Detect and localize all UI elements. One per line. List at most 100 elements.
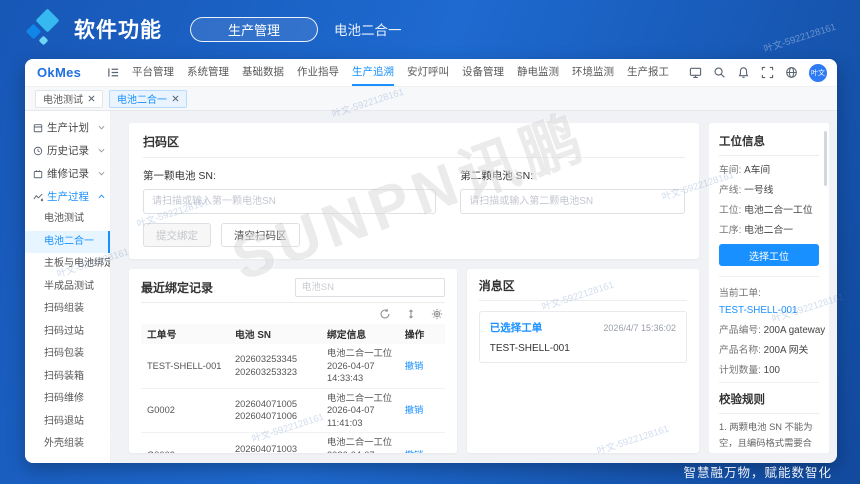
top-navigation: 平台管理 系统管理 基础数据 作业指导 生产追溯 安灯呼叫 设备管理 静电监测 … bbox=[132, 59, 679, 86]
nav-item-system[interactable]: 系统管理 bbox=[187, 59, 229, 86]
cell-binding-info: 电池二合一工位 2026-04-07 14:33:43 bbox=[327, 347, 401, 385]
app-logo: OkMes bbox=[37, 65, 82, 80]
divider bbox=[719, 276, 819, 277]
product-code-field: 产品编号: 200A gateway bbox=[719, 322, 825, 336]
message-label: 已选择工单 bbox=[489, 322, 543, 334]
station-line: 电池二合一工位 bbox=[327, 392, 393, 403]
panel-scrollbar[interactable] bbox=[824, 131, 827, 186]
battery2-sn-label: 第二颗电池 SN: bbox=[460, 170, 534, 182]
tab-battery-test[interactable]: 电池测试 bbox=[35, 89, 103, 108]
sn-line: 202604071006 bbox=[235, 411, 298, 422]
sidebar-item-scan-repair[interactable]: 扫码维修 bbox=[25, 388, 110, 411]
sidebar-item-battery-two-in-one[interactable]: 电池二合一 bbox=[25, 230, 110, 253]
revoke-link[interactable]: 撤销 bbox=[405, 404, 439, 417]
sn-line: 202603253345 bbox=[235, 354, 298, 365]
time-line: 2026-04-07 11:41:03 bbox=[327, 405, 375, 428]
battery2-sn-input[interactable] bbox=[460, 189, 685, 214]
fullscreen-icon[interactable] bbox=[761, 66, 774, 79]
nav-item-andon[interactable]: 安灯呼叫 bbox=[407, 59, 449, 86]
sidebar-item-scan-packaging[interactable]: 扫码包装 bbox=[25, 343, 110, 366]
banner: 软件功能 生产管理 电池二合一 bbox=[0, 0, 860, 58]
revoke-link[interactable]: 撤销 bbox=[405, 449, 439, 453]
refresh-icon[interactable] bbox=[379, 308, 391, 320]
production-plan-icon bbox=[33, 123, 43, 133]
monitor-icon[interactable] bbox=[689, 66, 702, 79]
tab-close-icon[interactable] bbox=[172, 95, 179, 102]
sidebar-item-scan-boxing[interactable]: 扫码装箱 bbox=[25, 366, 110, 389]
scan-area-card: 扫码区 第一颗电池 SN: 第二颗电池 SN: 提交绑定 清空扫码 bbox=[129, 123, 699, 259]
message-area-title: 消息区 bbox=[478, 277, 687, 301]
banner-pill-production-management[interactable]: 生产管理 bbox=[190, 16, 318, 42]
sidebar-item-history[interactable]: 历史记录 bbox=[25, 139, 110, 162]
field-value: 100 bbox=[763, 365, 781, 376]
bell-icon[interactable] bbox=[737, 66, 750, 79]
sidebar-item-production-plan[interactable]: 生产计划 bbox=[25, 116, 110, 139]
desktop-background: 软件功能 生产管理 电池二合一 OkMes 平台管理 系统管理 基础数据 作业指… bbox=[0, 0, 860, 484]
cell-order: G0002 bbox=[147, 405, 175, 416]
nav-item-work-guide[interactable]: 作业指导 bbox=[297, 59, 339, 86]
settings-icon[interactable] bbox=[431, 308, 443, 320]
sidebar-item-semi-product-test[interactable]: 半成品测试 bbox=[25, 276, 110, 299]
sidebar-item-scan-return-station[interactable]: 扫码退站 bbox=[25, 411, 110, 434]
battery1-sn-input[interactable] bbox=[143, 189, 437, 214]
sidebar-item-board-battery-bind[interactable]: 主板与电池绑定 bbox=[25, 253, 110, 276]
table-row: G0002 202604071005 202604071006 电池二合一工位 20… bbox=[141, 389, 445, 434]
table-row: G0002 202604071003202604071004 电池二合一工位20… bbox=[141, 433, 445, 453]
sn-line: 202604071005 bbox=[235, 398, 298, 409]
battery1-sn-label: 第一颗电池 SN: bbox=[143, 170, 216, 182]
tab-strip: 电池测试 电池二合一 bbox=[25, 87, 837, 111]
nav-item-environment[interactable]: 环境监测 bbox=[572, 59, 614, 86]
station-info-title: 工位信息 bbox=[719, 133, 819, 156]
current-order-link[interactable]: TEST-SHELL-001 bbox=[719, 305, 819, 316]
process-icon bbox=[33, 192, 43, 202]
cell-sn: 202604071003202604071004 bbox=[235, 443, 323, 453]
globe-icon[interactable] bbox=[785, 66, 798, 79]
select-station-button[interactable]: 选择工位 bbox=[719, 244, 819, 266]
nav-item-platform[interactable]: 平台管理 bbox=[132, 59, 174, 86]
col-battery-sn: 电池 SN bbox=[235, 330, 271, 341]
tab-battery-two-in-one[interactable]: 电池二合一 bbox=[109, 89, 187, 108]
app-window: OkMes 平台管理 系统管理 基础数据 作业指导 生产追溯 安灯呼叫 设备管理… bbox=[25, 59, 837, 463]
sn-search-input[interactable] bbox=[294, 278, 445, 297]
field-value: A车间 bbox=[744, 165, 771, 176]
nav-item-basic-data[interactable]: 基础数据 bbox=[242, 59, 284, 86]
cell-order: TEST-SHELL-001 bbox=[147, 360, 222, 371]
sidebar-item-shell-assembly[interactable]: 外壳组装 bbox=[25, 433, 110, 456]
sidebar-item-repair-records[interactable]: 维修记录 bbox=[25, 162, 110, 185]
revoke-link[interactable]: 撤销 bbox=[405, 360, 439, 373]
rule-item: 1. 两颗电池 SN 不能为空，且编码格式需要合法（12位纯数字）。 bbox=[719, 422, 813, 448]
current-order-label: 当前工单: bbox=[719, 288, 761, 299]
sidebar-item-production-process[interactable]: 生产过程 bbox=[25, 185, 110, 208]
clear-scan-area-button[interactable]: 清空扫码区 bbox=[221, 223, 300, 247]
table-row: TEST-SHELL-001 202603253345 202603253323 … bbox=[141, 344, 445, 389]
column-height-icon[interactable] bbox=[405, 308, 417, 320]
sidebar-item-battery-test[interactable]: 电池测试 bbox=[25, 208, 110, 231]
collapse-sidebar-icon[interactable] bbox=[107, 66, 120, 79]
recent-records-card: 最近绑定记录 工单号 电池 SN 绑定信息 操作 bbox=[129, 269, 457, 453]
nav-item-esd[interactable]: 静电监测 bbox=[517, 59, 559, 86]
nav-item-production-report[interactable]: 生产报工 bbox=[627, 59, 669, 86]
field-label: 产品编号: bbox=[719, 325, 761, 336]
search-icon[interactable] bbox=[713, 66, 726, 79]
divider bbox=[719, 382, 819, 383]
sidebar-item-label: 生产计划 bbox=[47, 122, 89, 134]
tab-label: 电池测试 bbox=[43, 95, 83, 106]
chevron-up-icon bbox=[98, 194, 105, 199]
field-label: 工序: bbox=[719, 225, 742, 236]
field-value: 电池二合一工位 bbox=[744, 205, 813, 216]
nav-item-production-trace[interactable]: 生产追溯 bbox=[352, 59, 394, 86]
chevron-down-icon bbox=[98, 148, 105, 153]
tab-close-icon[interactable] bbox=[88, 95, 95, 102]
message-timestamp: 2026/4/7 15:36:02 bbox=[603, 322, 676, 333]
topbar-icons: 叶文 bbox=[689, 63, 827, 82]
submit-binding-button[interactable]: 提交绑定 bbox=[143, 223, 211, 247]
field-label: 车间: bbox=[719, 165, 742, 176]
cell-binding-info: 电池二合一工位 2026-04-07 11:41:03 bbox=[327, 392, 401, 430]
sidebar-item-scan-pass-station[interactable]: 扫码过站 bbox=[25, 321, 110, 344]
cell-binding-info: 电池二合一工位2026-04-07 11:09:43 bbox=[327, 436, 401, 453]
field-value: 200A gateway bbox=[763, 325, 826, 336]
sidebar-item-scan-assembly[interactable]: 扫码组装 bbox=[25, 298, 110, 321]
user-avatar[interactable]: 叶文 bbox=[809, 63, 827, 82]
app-topbar: OkMes 平台管理 系统管理 基础数据 作业指导 生产追溯 安灯呼叫 设备管理… bbox=[25, 59, 837, 87]
nav-item-equipment[interactable]: 设备管理 bbox=[462, 59, 504, 86]
